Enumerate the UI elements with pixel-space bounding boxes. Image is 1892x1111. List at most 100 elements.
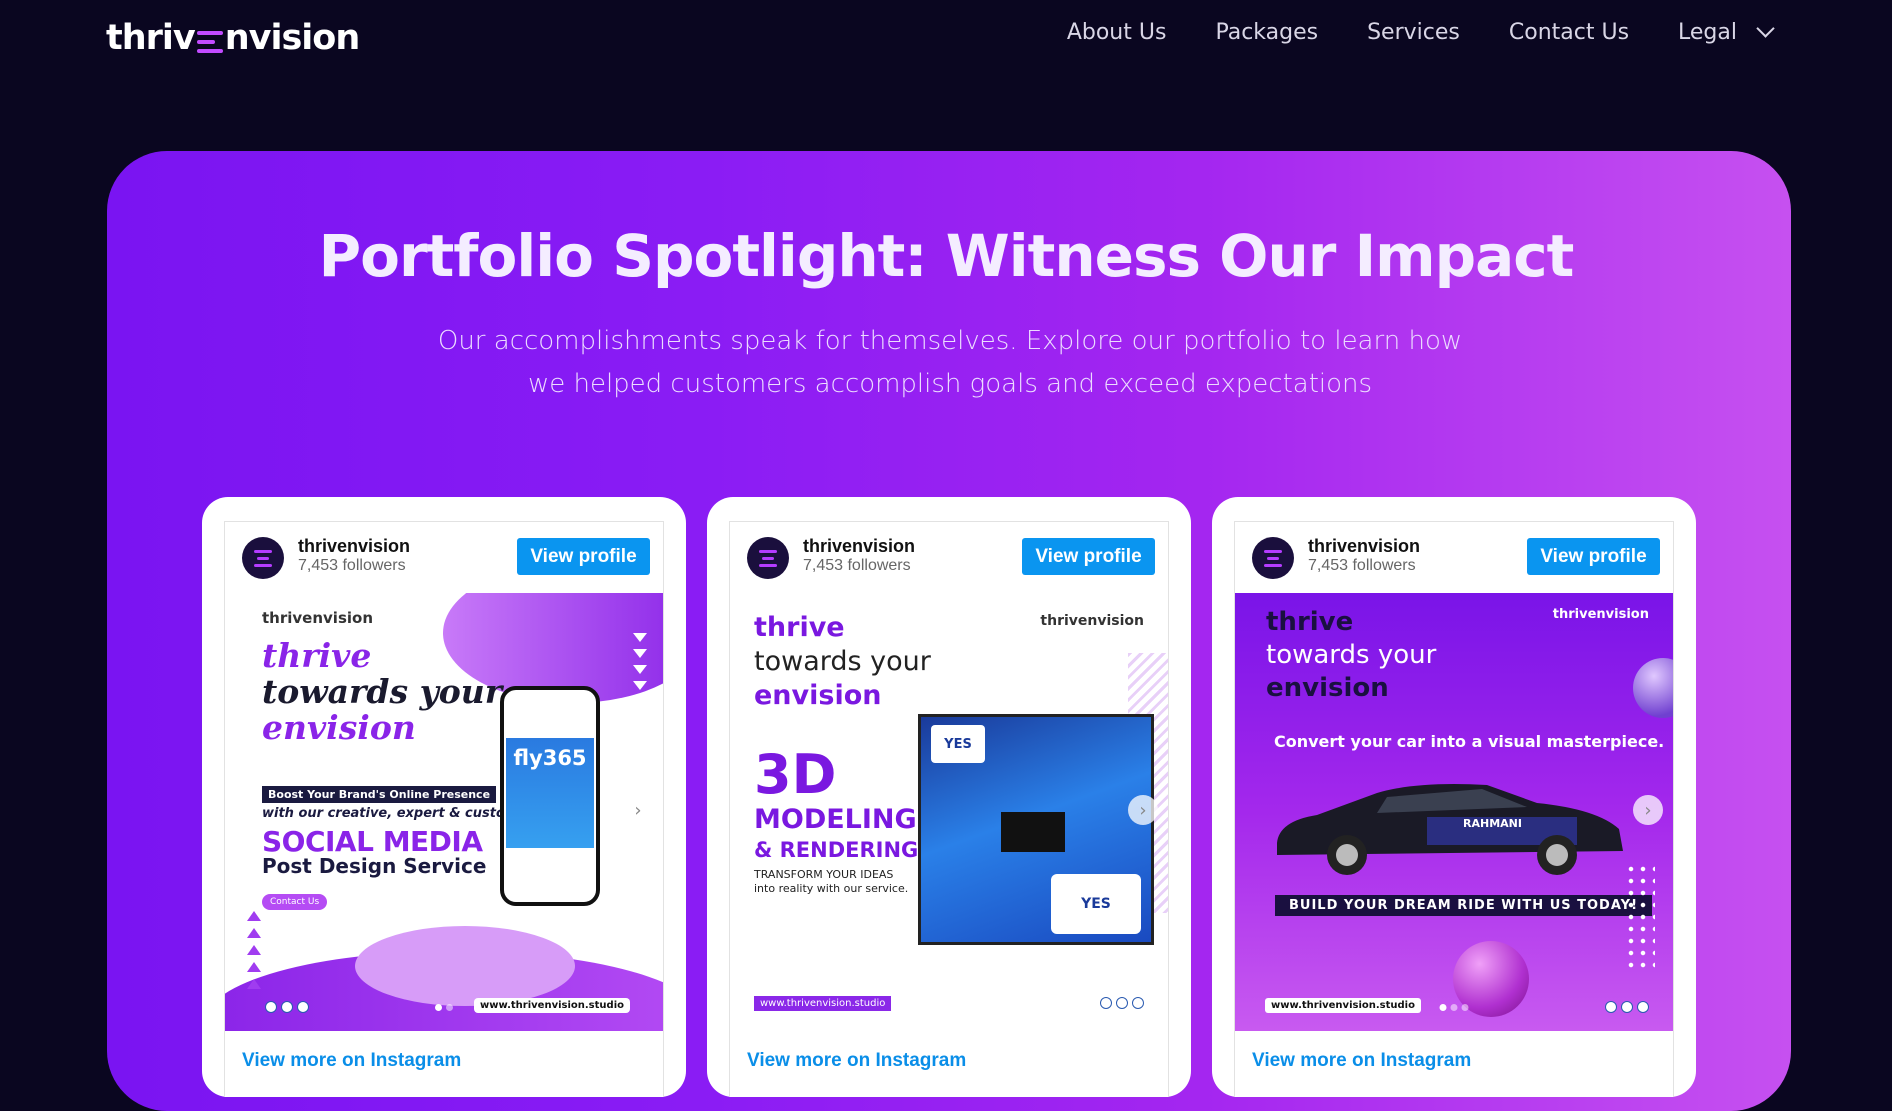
view-more-link[interactable]: View more on Instagram bbox=[747, 1050, 966, 1072]
username[interactable]: thrivenvision bbox=[1308, 536, 1420, 557]
post-image[interactable]: thrivenvision thrive towards your envisi… bbox=[225, 593, 663, 1031]
view-more-link[interactable]: View more on Instagram bbox=[1252, 1050, 1471, 1072]
section-title: Portfolio Spotlight: Witness Our Impact bbox=[318, 222, 1575, 290]
post-line1: thrive bbox=[754, 612, 845, 643]
post-with: with our creative, expert & custom bbox=[262, 806, 519, 821]
yes-counter: YES bbox=[1051, 874, 1141, 934]
post-transform: TRANSFORM YOUR IDEAS into reality with o… bbox=[754, 868, 908, 896]
nav-menu: About Us Packages Services Contact Us Le… bbox=[1018, 19, 1775, 45]
view-profile-button[interactable]: View profile bbox=[1022, 538, 1155, 575]
post-sub: Post Design Service bbox=[262, 854, 487, 878]
follower-count: 7,453 followers bbox=[803, 557, 911, 574]
post-url: www.thrivenvision.studio bbox=[1265, 998, 1421, 1013]
triangle-icon bbox=[247, 979, 261, 989]
logo-e-icon bbox=[196, 31, 223, 53]
post-line3: envision bbox=[1266, 673, 1389, 703]
post-line1: thrive bbox=[262, 636, 372, 675]
view-more-link[interactable]: View more on Instagram bbox=[242, 1050, 461, 1072]
card-header: thrivenvision 7,453 followers View profi… bbox=[225, 522, 663, 594]
phone-brand: fly365 bbox=[506, 738, 594, 848]
social-icons bbox=[1605, 1001, 1649, 1013]
post-tr1: TRANSFORM YOUR IDEAS bbox=[754, 868, 894, 881]
nav-item-legal-label: Legal bbox=[1678, 20, 1737, 45]
post-big: 3D bbox=[754, 743, 837, 806]
card-header: thrivenvision 7,453 followers View profi… bbox=[730, 522, 1168, 594]
chevron-right-icon[interactable]: › bbox=[623, 795, 653, 825]
username[interactable]: thrivenvision bbox=[803, 536, 915, 557]
nav-item-legal[interactable]: Legal bbox=[1678, 19, 1775, 45]
chevron-right-icon[interactable]: › bbox=[1633, 795, 1663, 825]
instagram-card: thrivenvision 7,453 followers View profi… bbox=[202, 497, 686, 1097]
post-convert: Convert your car into a visual masterpie… bbox=[1274, 732, 1665, 751]
triangle-icon bbox=[247, 962, 261, 972]
avatar[interactable] bbox=[747, 537, 789, 579]
yes-sign: YES bbox=[931, 725, 985, 763]
post-build: BUILD YOUR DREAM RIDE WITH US TODAY! bbox=[1275, 895, 1653, 916]
post-tag: Boost Your Brand's Online Presence bbox=[262, 786, 497, 803]
triangle-icon bbox=[247, 945, 261, 955]
post-headline: thrive towards your envision bbox=[754, 611, 931, 713]
triangle-icon bbox=[633, 633, 647, 642]
post-headline: thrive towards your envision bbox=[1266, 606, 1436, 705]
nav-item-packages[interactable]: Packages bbox=[1215, 20, 1318, 45]
post-image[interactable]: thrive towards your envision thrivenvisi… bbox=[1235, 593, 1673, 1031]
tv-screen bbox=[1001, 812, 1065, 852]
decor-sphere bbox=[1633, 658, 1673, 718]
car-door-text: RAHMANI bbox=[1463, 817, 1522, 830]
avatar[interactable] bbox=[1252, 537, 1294, 579]
post-line1: thrive bbox=[1266, 607, 1354, 637]
logo-text-left: thriv bbox=[106, 18, 196, 58]
carousel-dots bbox=[435, 1004, 453, 1011]
post-logo: thrivenvision bbox=[262, 609, 373, 627]
post-line2: towards your bbox=[262, 672, 503, 711]
view-profile-button[interactable]: View profile bbox=[1527, 538, 1660, 575]
social-icons bbox=[1100, 997, 1144, 1009]
social-icons bbox=[265, 1001, 309, 1013]
avatar[interactable] bbox=[242, 537, 284, 579]
follower-count: 7,453 followers bbox=[1308, 557, 1416, 574]
post-tr2: into reality with our service. bbox=[754, 882, 909, 895]
decor-blob bbox=[355, 926, 575, 1006]
top-nav: thriv nvision About Us Packages Services… bbox=[0, 0, 1892, 76]
post-rendering: & RENDERING bbox=[754, 838, 919, 862]
render-image: YES YES bbox=[918, 714, 1154, 945]
card-header: thrivenvision 7,453 followers View profi… bbox=[1235, 522, 1673, 594]
decor-dots bbox=[1625, 863, 1655, 973]
instagram-embed: thrivenvision 7,453 followers View profi… bbox=[729, 521, 1169, 1097]
nav-item-contact[interactable]: Contact Us bbox=[1509, 20, 1629, 45]
section-subtitle: Our accomplishments speak for themselves… bbox=[437, 326, 1463, 399]
post-line3: envision bbox=[262, 708, 416, 747]
post-line3: envision bbox=[754, 680, 882, 711]
post-image[interactable]: thrive towards your envision thrivenvisi… bbox=[730, 593, 1168, 1031]
triangle-icon bbox=[633, 649, 647, 658]
post-logo: thrivenvision bbox=[1552, 607, 1649, 622]
nav-item-services[interactable]: Services bbox=[1367, 20, 1460, 45]
post-logo: thrivenvision bbox=[1040, 613, 1144, 629]
post-headline: thrive towards your envision bbox=[262, 638, 502, 746]
site-logo[interactable]: thriv nvision bbox=[106, 16, 360, 60]
car-image bbox=[1277, 784, 1623, 875]
post-big2: MODELING & RENDERING bbox=[754, 805, 918, 865]
triangle-icon bbox=[633, 665, 647, 674]
post-url: www.thrivenvision.studio bbox=[474, 998, 630, 1013]
username[interactable]: thrivenvision bbox=[298, 536, 410, 557]
nav-item-about[interactable]: About Us bbox=[1067, 20, 1167, 45]
chevron-down-icon bbox=[1756, 19, 1775, 38]
instagram-embed: thrivenvision 7,453 followers View profi… bbox=[1234, 521, 1674, 1097]
triangle-icon bbox=[633, 681, 647, 690]
chevron-right-icon[interactable]: › bbox=[1128, 795, 1158, 825]
post-line2: towards your bbox=[754, 646, 931, 677]
triangle-icon bbox=[247, 928, 261, 938]
follower-count: 7,453 followers bbox=[298, 557, 406, 574]
instagram-card: thrivenvision 7,453 followers View profi… bbox=[707, 497, 1191, 1097]
post-cta: Contact Us bbox=[262, 894, 328, 910]
view-profile-button[interactable]: View profile bbox=[517, 538, 650, 575]
post-line2: towards your bbox=[1266, 640, 1437, 670]
phone-mockup: fly365 bbox=[500, 686, 600, 906]
instagram-embed: thrivenvision 7,453 followers View profi… bbox=[224, 521, 664, 1097]
instagram-card: thrivenvision 7,453 followers View profi… bbox=[1212, 497, 1696, 1097]
carousel-dots bbox=[1439, 1004, 1469, 1011]
post-modeling: MODELING bbox=[754, 804, 917, 835]
triangle-icon bbox=[247, 911, 261, 921]
post-url: www.thrivenvision.studio bbox=[754, 996, 892, 1011]
